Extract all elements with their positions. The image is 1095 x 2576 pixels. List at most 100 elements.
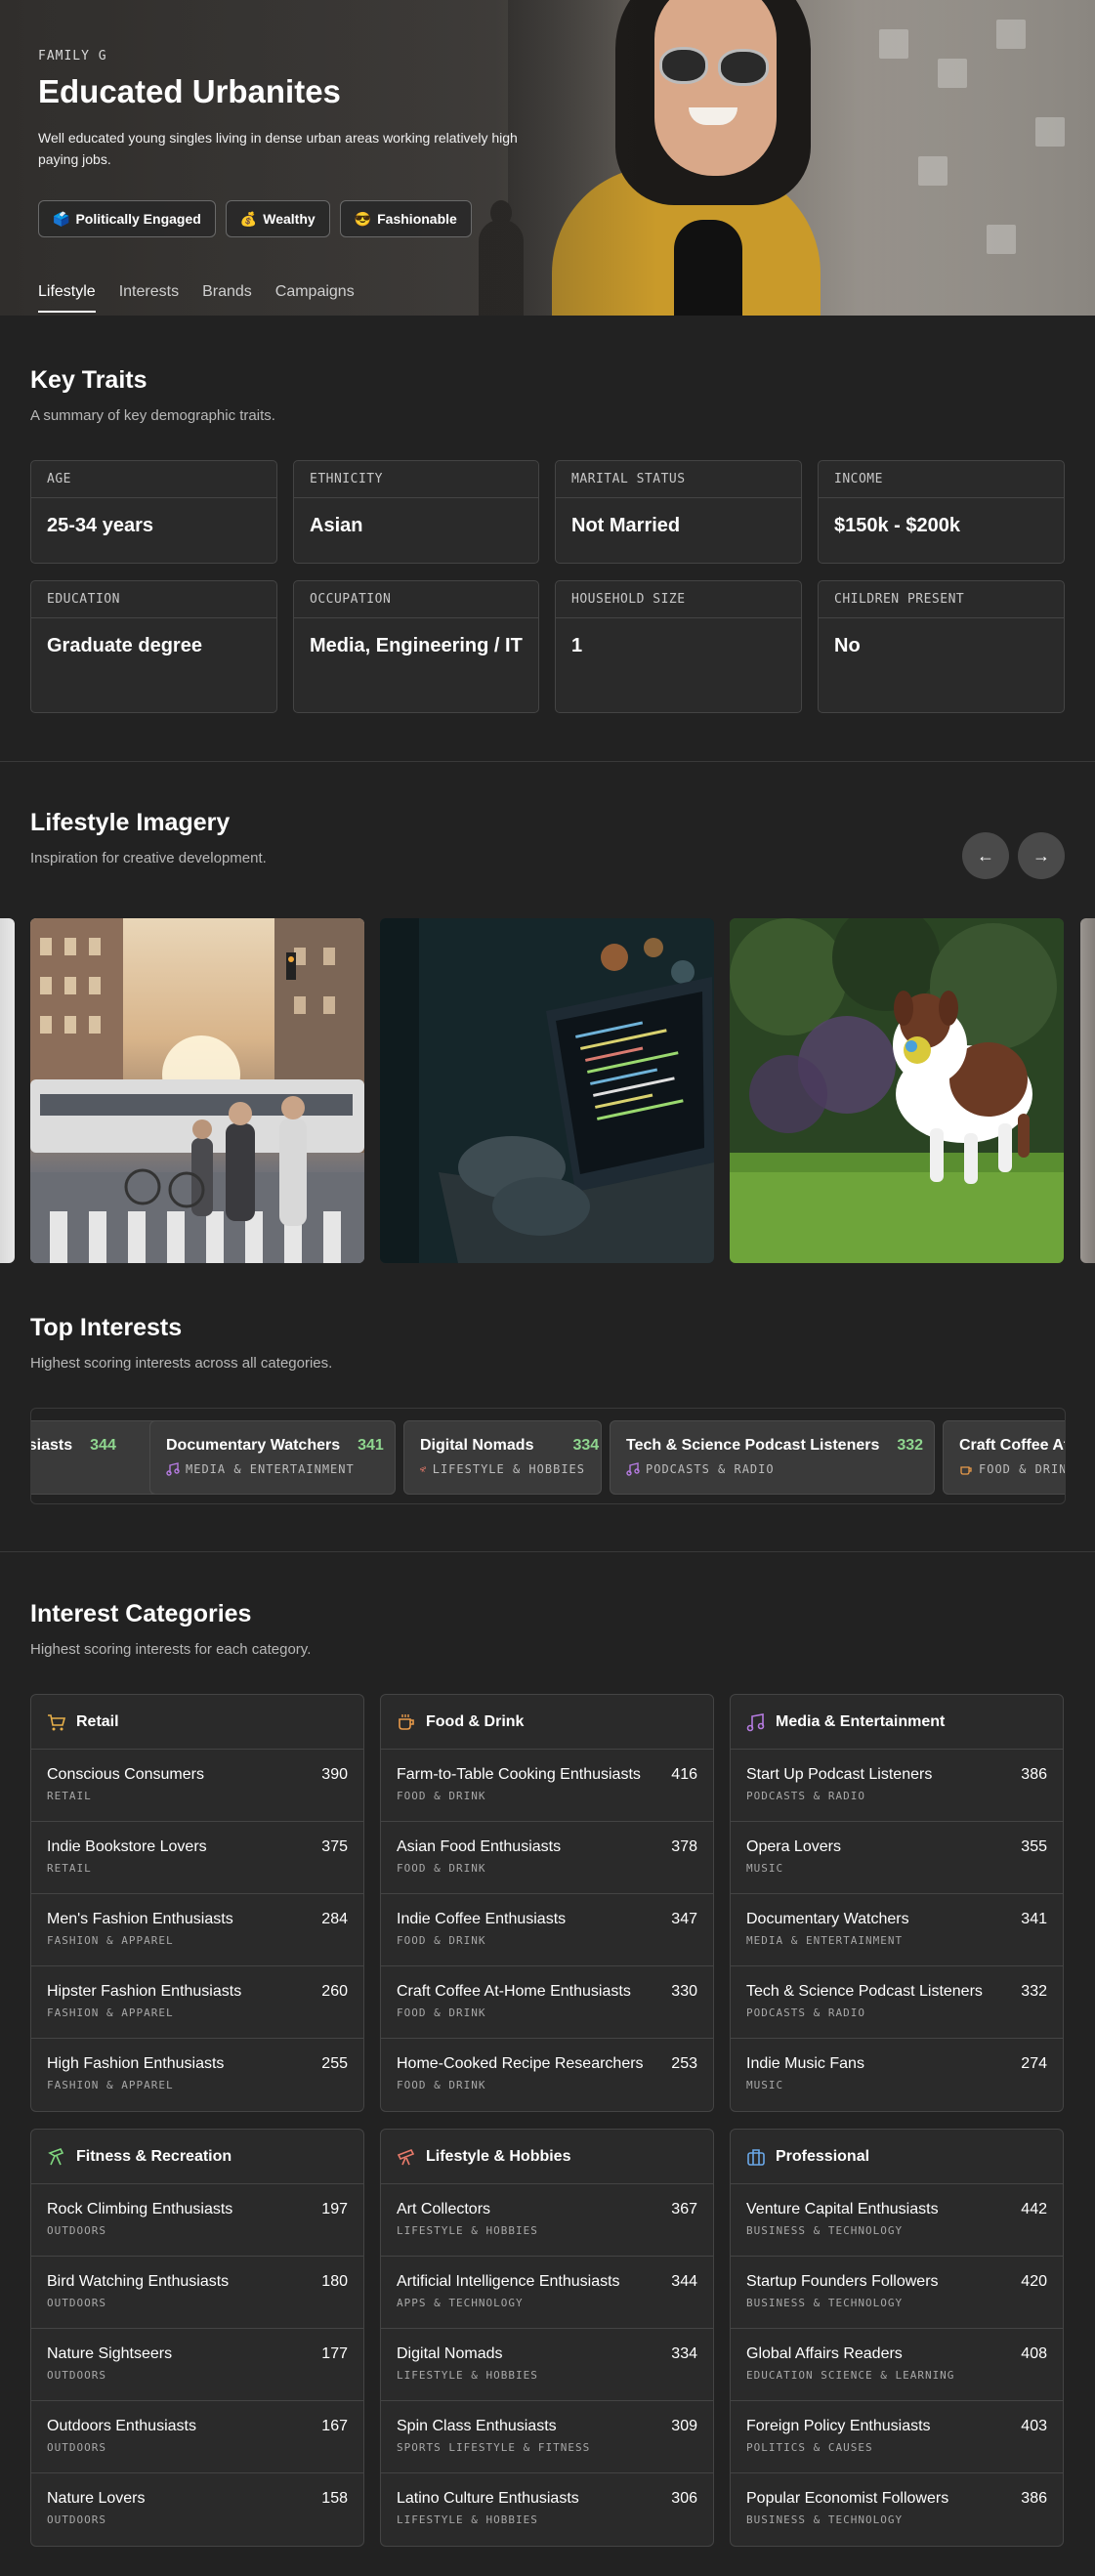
trait-value: Asian xyxy=(310,515,363,536)
interest-row[interactable]: Bird Watching Enthusiasts OUTDOORS 180 xyxy=(31,2257,363,2329)
trait-label: OCCUPATION xyxy=(294,581,538,618)
tab-lifestyle[interactable]: Lifestyle xyxy=(38,283,96,313)
interest-category: FOOD & DRINK xyxy=(397,2079,486,2091)
interest-row[interactable]: Foreign Policy Enthusiasts POLITICS & CA… xyxy=(731,2401,1063,2473)
interest-row[interactable]: Nature Sightseers OUTDOORS 177 xyxy=(31,2329,363,2401)
carousel-next-button[interactable]: → xyxy=(1018,832,1065,879)
interest-row[interactable]: Tech & Science Podcast Listeners PODCAST… xyxy=(731,1966,1063,2039)
interest-category: FASHION & APPAREL xyxy=(47,1934,174,1947)
trait-card-household-size: HOUSEHOLD SIZE 1 xyxy=(555,580,802,713)
interest-category: FOOD & DRINK xyxy=(397,1862,486,1875)
interest-category: FOOD & DRINK xyxy=(397,1790,486,1802)
interest-row[interactable]: Hipster Fashion Enthusiasts FASHION & AP… xyxy=(31,1966,363,2039)
interest-score: 386 xyxy=(1021,2490,1047,2507)
category-title: Professional xyxy=(776,2147,870,2165)
category-header: Retail xyxy=(31,1695,363,1750)
interest-row[interactable]: Outdoors Enthusiasts OUTDOORS 167 xyxy=(31,2401,363,2473)
interest-chip[interactable]: Tech & Science Podcast Listeners 332 PODC… xyxy=(610,1420,935,1495)
category-header: Lifestyle & Hobbies xyxy=(381,2130,713,2184)
interest-category: PODCASTS & RADIO xyxy=(746,1790,865,1802)
carousel-prev-button[interactable]: ← xyxy=(962,832,1009,879)
interest-name: Craft Coffee At-Home Enthusiasts xyxy=(397,1983,631,2000)
trait-label: CHILDREN PRESENT xyxy=(819,581,1064,618)
laptop-coding-illustration xyxy=(380,918,714,1263)
interest-score: 197 xyxy=(321,2201,348,2217)
interest-row[interactable]: Indie Coffee Enthusiasts FOOD & DRINK 34… xyxy=(381,1894,713,1966)
interest-row[interactable]: Men's Fashion Enthusiasts FASHION & APPA… xyxy=(31,1894,363,1966)
interest-chip[interactable]: Craft Coffee At- FOOD & DRINK xyxy=(943,1420,1065,1495)
imagery-subtitle: Inspiration for creative development. xyxy=(30,850,267,866)
interest-score: 341 xyxy=(1021,1911,1047,1927)
lifestyle-image-partial[interactable] xyxy=(0,918,15,1263)
tab-brands[interactable]: Brands xyxy=(202,283,252,313)
interest-name: Tech & Science Podcast Listeners xyxy=(746,1983,983,2000)
interest-score: 274 xyxy=(1021,2055,1047,2072)
interest-name: Home-Cooked Recipe Researchers xyxy=(397,2055,644,2072)
interest-score: 158 xyxy=(321,2490,348,2507)
interest-category: OUTDOORS xyxy=(47,2441,106,2454)
badge-wealthy[interactable]: 💰 Wealthy xyxy=(225,200,330,237)
interest-name: Venture Capital Enthusiasts xyxy=(746,2201,939,2217)
interest-score: 442 xyxy=(1021,2201,1047,2217)
badge-fashionable[interactable]: 😎 Fashionable xyxy=(339,200,472,237)
interest-row[interactable]: Home-Cooked Recipe Researchers FOOD & DR… xyxy=(381,2039,713,2111)
interest-category: FASHION & APPAREL xyxy=(47,2006,174,2019)
lifestyle-image-laptop-coding[interactable] xyxy=(380,918,714,1263)
top-interests-subtitle: Highest scoring interests across all cat… xyxy=(30,1355,333,1372)
interest-category: OUTDOORS xyxy=(47,2513,106,2526)
category-card-fitness-recreation: Fitness & Recreation Rock Climbing Enthu… xyxy=(30,2129,364,2547)
interest-name: High Fashion Enthusiasts xyxy=(47,2055,225,2072)
lifestyle-image-partial[interactable] xyxy=(1080,918,1095,1263)
interest-row[interactable]: Artificial Intelligence Enthusiasts APPS… xyxy=(381,2257,713,2329)
interest-row[interactable]: Opera Lovers MUSIC 355 xyxy=(731,1822,1063,1894)
interest-row[interactable]: Craft Coffee At-Home Enthusiasts FOOD & … xyxy=(381,1966,713,2039)
lifestyle-image-dog[interactable] xyxy=(730,918,1064,1263)
interest-row[interactable]: Art Collectors LIFESTYLE & HOBBIES 367 xyxy=(381,2184,713,2257)
lifestyle-image-city-street[interactable] xyxy=(30,918,364,1263)
interest-row[interactable]: Documentary Watchers MEDIA & ENTERTAINME… xyxy=(731,1894,1063,1966)
interest-row[interactable]: Nature Lovers OUTDOORS 158 xyxy=(31,2473,363,2546)
interest-row[interactable]: High Fashion Enthusiasts FASHION & APPAR… xyxy=(31,2039,363,2111)
interest-score: 260 xyxy=(321,1983,348,2000)
family-eyebrow: FAMILY G xyxy=(38,49,107,63)
interest-row[interactable]: Digital Nomads LIFESTYLE & HOBBIES 334 xyxy=(381,2329,713,2401)
interest-row[interactable]: Indie Music Fans MUSIC 274 xyxy=(731,2039,1063,2111)
tab-interests[interactable]: Interests xyxy=(119,283,179,313)
interest-name: Conscious Consumers xyxy=(47,1766,204,1783)
interest-row[interactable]: Startup Founders Followers BUSINESS & TE… xyxy=(731,2257,1063,2329)
interest-name: Digital Nomads xyxy=(397,2345,503,2362)
top-interests-scroller[interactable]: usiasts 344 Documentary Watchers 341 MEDIA… xyxy=(30,1408,1066,1504)
interest-category: PODCASTS & RADIO xyxy=(746,2006,865,2019)
interest-score: 306 xyxy=(671,2490,697,2507)
interest-row[interactable]: Global Affairs Readers EDUCATION SCIENCE… xyxy=(731,2329,1063,2401)
interest-row[interactable]: Conscious Consumers RETAIL 390 xyxy=(31,1750,363,1822)
interest-row[interactable]: Indie Bookstore Lovers RETAIL 375 xyxy=(31,1822,363,1894)
chip-name: usiasts xyxy=(31,1437,73,1454)
interest-row[interactable]: Rock Climbing Enthusiasts OUTDOORS 197 xyxy=(31,2184,363,2257)
category-title: Fitness & Recreation xyxy=(76,2147,232,2165)
category-title: Retail xyxy=(76,1712,119,1730)
interest-score: 253 xyxy=(671,2055,697,2072)
trait-value: No xyxy=(834,635,861,656)
interest-row[interactable]: Popular Economist Followers BUSINESS & T… xyxy=(731,2473,1063,2546)
dog-illustration xyxy=(730,918,1064,1263)
interest-score: 347 xyxy=(671,1911,697,1927)
interest-row[interactable]: Start Up Podcast Listeners PODCASTS & RA… xyxy=(731,1750,1063,1822)
interest-chip[interactable]: Documentary Watchers 341 MEDIA & ENTERTAI… xyxy=(149,1420,396,1495)
interest-chip[interactable]: Digital Nomads 334 LIFESTYLE & HOBBIES xyxy=(403,1420,602,1495)
interest-score: 416 xyxy=(671,1766,697,1783)
arrow-right-icon: → xyxy=(1032,845,1050,866)
interest-row[interactable]: Asian Food Enthusiasts FOOD & DRINK 378 xyxy=(381,1822,713,1894)
badge-label: Fashionable xyxy=(377,211,457,227)
chip-name: Documentary Watchers xyxy=(166,1437,341,1454)
interest-row[interactable]: Spin Class Enthusiasts SPORTS LIFESTYLE … xyxy=(381,2401,713,2473)
money-bag-icon: 💰 xyxy=(239,210,258,227)
badge-politically-engaged[interactable]: 🗳️ Politically Engaged xyxy=(38,200,216,237)
interest-score: 167 xyxy=(321,2418,348,2434)
interest-row[interactable]: Latino Culture Enthusiasts LIFESTYLE & H… xyxy=(381,2473,713,2546)
interest-row[interactable]: Venture Capital Enthusiasts BUSINESS & T… xyxy=(731,2184,1063,2257)
tab-campaigns[interactable]: Campaigns xyxy=(275,283,355,313)
interest-name: Indie Bookstore Lovers xyxy=(47,1838,207,1855)
interest-row[interactable]: Farm-to-Table Cooking Enthusiasts FOOD &… xyxy=(381,1750,713,1822)
interest-category: FOOD & DRINK xyxy=(397,2006,486,2019)
